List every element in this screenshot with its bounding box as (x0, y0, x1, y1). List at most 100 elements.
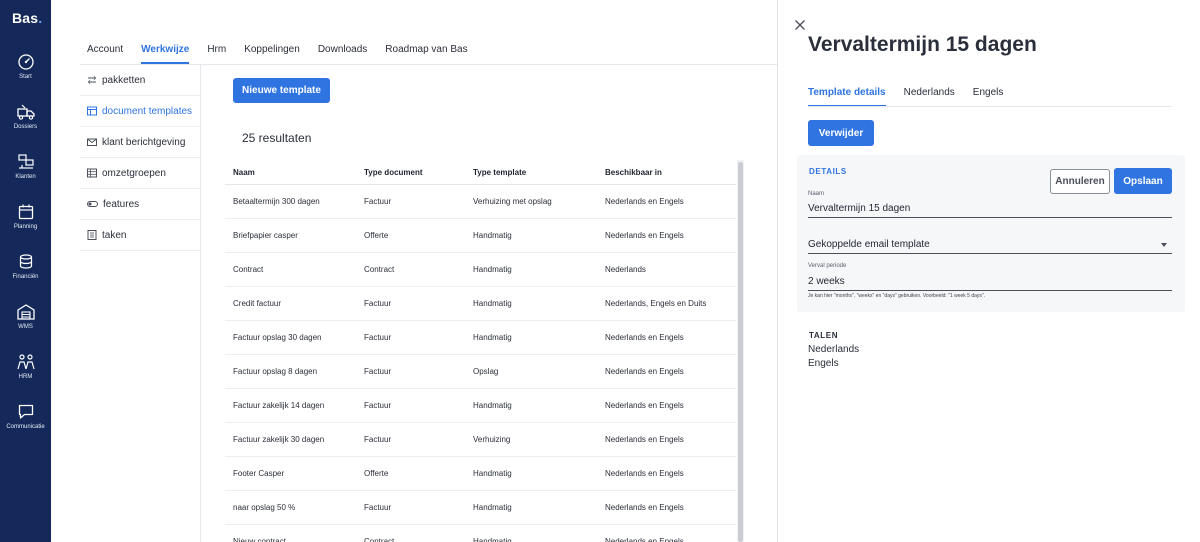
app-logo[interactable]: Bas. (12, 10, 42, 26)
tab-account[interactable]: Account (87, 44, 123, 64)
sidemenu-label: klant berichtgeving (102, 136, 186, 148)
sidemenu-item-omzetgroepen[interactable]: omzetgroepen (80, 158, 200, 189)
save-button[interactable]: Opslaan (1114, 168, 1172, 194)
warehouse-icon (16, 304, 35, 320)
table-header-row: Naam Type document Type template Beschik… (225, 161, 736, 185)
language-item: Nederlands (808, 344, 860, 355)
table-row[interactable]: Briefpapier casper Offerte Handmatig Nederl… (225, 218, 736, 253)
cell-type-template: Handmatig (465, 490, 597, 525)
sidemenu-label: omzetgroepen (102, 167, 166, 179)
cell-naam: Nieuw contract (225, 524, 356, 542)
tab-nederlands[interactable]: Nederlands (904, 87, 955, 107)
cell-beschikbaar-in: Nederlands en Engels (597, 320, 736, 355)
new-template-button[interactable]: Nieuwe template (233, 78, 330, 103)
table-row[interactable]: Betaaltermijn 300 dagen Factuur Verhuizing… (225, 184, 736, 219)
cell-beschikbaar-in: Nederlands en Engels (597, 354, 736, 389)
nav-item-wms[interactable]: WMS (0, 303, 51, 330)
language-item: Engels (808, 358, 839, 369)
close-icon[interactable] (794, 19, 806, 31)
cell-type-document: Factuur (356, 354, 465, 389)
nav-item-hrm[interactable]: HRM (0, 353, 51, 380)
table-row[interactable]: Factuur zakelijk 30 dagen Factuur Verhuizi… (225, 422, 736, 457)
tab-roadmap[interactable]: Roadmap van Bas (385, 44, 467, 64)
table-row[interactable]: naar opslag 50 % Factuur Handmatig Nederlan… (225, 490, 736, 525)
cell-type-template: Handmatig (465, 388, 597, 423)
dashboard-icon (17, 54, 34, 70)
nav-label-hrm: HRM (18, 374, 33, 380)
nav-item-start[interactable]: Start (0, 53, 51, 80)
nav-label-dossiers: Dossiers (13, 124, 38, 130)
document-template-icon (87, 106, 97, 116)
packages-icon (87, 76, 97, 84)
table-row[interactable]: Credit factuur Factuur Handmatig Nederlands… (225, 286, 736, 321)
sidemenu-item-document-templates[interactable]: document templates (80, 96, 200, 127)
table-row[interactable]: Contract Contract Handmatig Nederlands (225, 252, 736, 287)
column-header-naam[interactable]: Naam (225, 161, 356, 185)
left-navigation: Bas. Start Dossiers Klanten Planning Fin… (0, 0, 51, 542)
nav-item-dossiers[interactable]: Dossiers (0, 103, 51, 130)
table-row[interactable]: Factuur zakelijk 14 dagen Factuur Handmati… (225, 388, 736, 423)
nav-item-klanten[interactable]: Klanten (0, 153, 51, 180)
column-header-type-template[interactable]: Type template (465, 161, 597, 185)
tab-template-details[interactable]: Template details (808, 87, 886, 107)
email-template-select[interactable]: Gekoppelde email template (808, 239, 930, 250)
sidemenu-item-klant-berichtgeving[interactable]: klant berichtgeving (80, 127, 200, 158)
cell-beschikbaar-in: Nederlands en Engels (597, 456, 736, 491)
cell-naam: Factuur zakelijk 30 dagen (225, 422, 356, 457)
sidemenu-item-taken[interactable]: taken (80, 220, 200, 251)
column-header-type-document[interactable]: Type document (356, 161, 465, 185)
nav-label-klanten: Klanten (15, 174, 36, 180)
nav-item-planning[interactable]: Planning (0, 203, 51, 230)
panel-tabs: Template details Nederlands Engels (808, 87, 1021, 107)
tab-werkwijze[interactable]: Werkwijze (141, 44, 190, 64)
cell-type-document: Contract (356, 524, 465, 542)
sidemenu-item-pakketten[interactable]: pakketten (80, 65, 200, 96)
cell-type-template: Handmatig (465, 320, 597, 355)
mail-icon (87, 138, 97, 146)
nav-label-financien: Financiën (12, 274, 39, 280)
cell-type-template: Verhuizing (465, 422, 597, 457)
table-row[interactable]: Nieuw contract Contract Handmatig Nederland… (225, 524, 736, 542)
tab-downloads[interactable]: Downloads (318, 44, 367, 64)
results-count: 25 resultaten (242, 131, 312, 145)
chevron-down-icon[interactable] (1161, 243, 1167, 247)
name-input[interactable]: Vervaltermijn 15 dagen (808, 203, 910, 214)
nav-item-communicatie[interactable]: Communicatie (0, 403, 51, 430)
table-row[interactable]: Factuur opslag 30 dagen Factuur Handmatig N… (225, 320, 736, 355)
tab-hrm[interactable]: Hrm (207, 44, 226, 64)
customers-icon (17, 154, 34, 169)
languages-section-title: TALEN (809, 331, 839, 340)
name-input-underline (808, 217, 1172, 218)
cell-naam: Factuur zakelijk 14 dagen (225, 388, 356, 423)
nav-item-financien[interactable]: Financiën (0, 253, 51, 280)
cell-naam: Contract (225, 252, 356, 287)
cell-type-template: Handmatig (465, 286, 597, 321)
cancel-button[interactable]: Annuleren (1050, 169, 1110, 194)
name-label: Naam (808, 191, 825, 197)
sidemenu-label: document templates (102, 105, 193, 117)
cell-beschikbaar-in: Nederlands en Engels (597, 422, 736, 457)
panel-tabs-divider (808, 106, 1172, 107)
cell-beschikbaar-in: Nederlands en Engels (597, 388, 736, 423)
cell-naam: Betaaltermijn 300 dagen (225, 184, 356, 219)
nav-label-wms: WMS (18, 324, 33, 330)
table-row[interactable]: Footer Casper Offerte Handmatig Nederlands … (225, 456, 736, 491)
sidemenu-label: features (103, 198, 140, 210)
column-header-beschikbaar-in[interactable]: Beschikbaar in (597, 161, 736, 185)
cell-type-document: Offerte (356, 218, 465, 253)
app-logo-dot: . (38, 10, 43, 26)
calendar-icon (18, 204, 33, 220)
period-input[interactable]: 2 weeks (808, 276, 845, 287)
table-scrollbar-thumb[interactable] (738, 162, 743, 542)
table-row[interactable]: Factuur opslag 8 dagen Factuur Opslag Neder… (225, 354, 736, 389)
tab-koppelingen[interactable]: Koppelingen (244, 44, 300, 64)
cell-naam: Factuur opslag 30 dagen (225, 320, 356, 355)
delete-button[interactable]: Verwijder (808, 120, 874, 146)
templates-table: Naam Type document Type template Beschik… (225, 161, 736, 542)
sidemenu-item-features[interactable]: features (80, 189, 200, 220)
app-logo-text: Bas (12, 10, 39, 26)
settings-tabs: Account Werkwijze Hrm Koppelingen Downlo… (87, 44, 486, 64)
moving-truck-icon (16, 104, 35, 120)
tab-engels[interactable]: Engels (973, 87, 1004, 107)
cell-beschikbaar-in: Nederlands en Engels (597, 184, 736, 219)
